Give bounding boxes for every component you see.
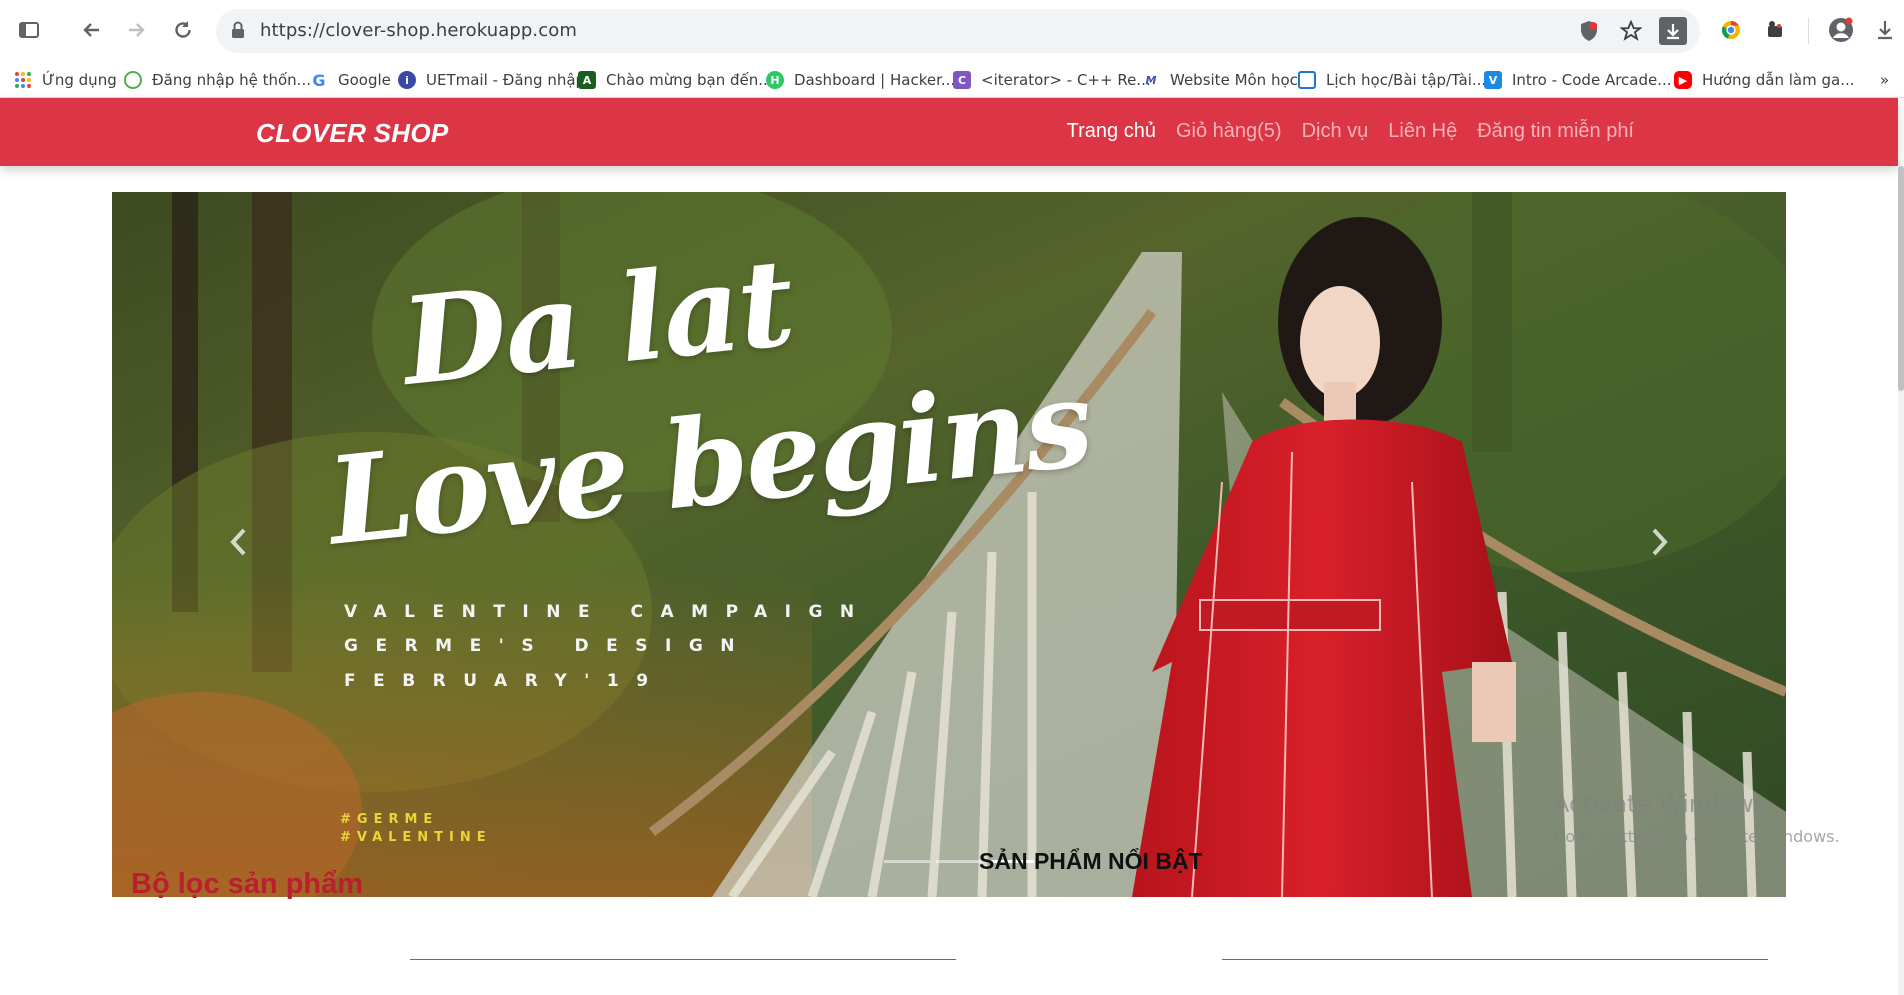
- hashtag-germe: #GERME: [340, 812, 439, 827]
- bookmark-star-icon[interactable]: [1618, 20, 1644, 42]
- carousel-indicator[interactable]: [936, 860, 982, 863]
- nav-services[interactable]: Dịch vụ: [1302, 120, 1369, 143]
- tab-search-icon[interactable]: [12, 13, 46, 47]
- globe-icon: [124, 71, 142, 89]
- bookmark-google[interactable]: G Google: [310, 68, 391, 92]
- info-icon: i: [398, 71, 416, 89]
- campaign-text: VALENTINE CAMPAIGN: [344, 602, 872, 622]
- windows-watermark-subtitle: Go to Settings to activate Windows.: [1553, 827, 1840, 846]
- bookmark-code-arcade[interactable]: V Intro - Code Arcade...: [1484, 68, 1672, 92]
- bookmarks-bar: Ứng dụng Đăng nhập hệ thốn... G Google i…: [0, 62, 1904, 98]
- extension-puzzle-icon[interactable]: [1758, 13, 1792, 47]
- bookmark-label: Intro - Code Arcade...: [1512, 71, 1672, 89]
- chevron-right-icon: [1652, 528, 1668, 556]
- hero-carousel: Da lat Love begins VALENTINE CAMPAIGN GE…: [112, 192, 1786, 897]
- hackerrank-icon: H: [766, 71, 784, 89]
- bookmark-label: UETmail - Đăng nhập: [426, 71, 586, 89]
- product-filter-title: Bộ lọc sản phẩm: [131, 868, 364, 900]
- bookmark-website-mon-hoc[interactable]: M Website Môn học: [1142, 68, 1298, 92]
- brand-logo[interactable]: CLOVER SHOP: [256, 118, 449, 149]
- web-page: CLOVER SHOP Trang chủ Giỏ hàng(5) Dịch v…: [0, 98, 1904, 995]
- nav-cart[interactable]: Giỏ hàng(5): [1176, 120, 1282, 143]
- calendar-icon: [1298, 71, 1316, 89]
- carousel-next-button[interactable]: [1640, 522, 1680, 562]
- profile-avatar-icon[interactable]: [1824, 13, 1858, 47]
- shield-extension-icon[interactable]: [1576, 20, 1602, 42]
- reload-icon[interactable]: [166, 13, 200, 47]
- chrome-extension-icon[interactable]: [1714, 13, 1748, 47]
- bookmark-label: Website Môn học: [1170, 71, 1298, 89]
- bookmark-youtube[interactable]: ▶ Hướng dẫn làm ga...: [1674, 68, 1855, 92]
- bookmark-uetmail[interactable]: i UETmail - Đăng nhập: [398, 68, 585, 92]
- lock-icon: [230, 20, 246, 45]
- carousel-prev-button[interactable]: [218, 522, 258, 562]
- apps-grid-icon: [14, 71, 32, 89]
- bookmark-hackerrank[interactable]: H Dashboard | Hacker...: [766, 68, 955, 92]
- bookmark-label: Đăng nhập hệ thốn...: [152, 71, 311, 89]
- bookmark-lich-hoc[interactable]: Lịch học/Bài tập/Tài...: [1298, 68, 1486, 92]
- chevron-left-icon: [230, 528, 246, 556]
- carousel-indicator[interactable]: [884, 860, 930, 863]
- codesignal-icon: V: [1484, 71, 1502, 89]
- featured-divider-left: [410, 959, 956, 960]
- browser-toolbar: https://clover-shop.herokuapp.com: [0, 0, 1904, 62]
- bookmarks-overflow-button[interactable]: »: [1880, 68, 1889, 92]
- bookmark-label: Chào mừng bạn đến...: [606, 71, 773, 89]
- youtube-icon: ▶: [1674, 71, 1692, 89]
- nav-home[interactable]: Trang chủ: [1067, 120, 1156, 143]
- site-navbar: CLOVER SHOP Trang chủ Giỏ hàng(5) Dịch v…: [0, 98, 1898, 166]
- bookmark-dang-nhap[interactable]: Đăng nhập hệ thốn...: [124, 68, 311, 92]
- cpp-icon: C: [953, 71, 971, 89]
- page-scrollbar[interactable]: [1898, 166, 1904, 995]
- bookmark-chao-mung[interactable]: A Chào mừng bạn đến...: [578, 68, 773, 92]
- download-icon[interactable]: [1659, 17, 1687, 45]
- bookmark-apps[interactable]: Ứng dụng: [14, 68, 117, 92]
- bookmark-label: Ứng dụng: [42, 71, 117, 89]
- windows-watermark-title: Activate Windows: [1553, 790, 1767, 818]
- bookmark-label: Google: [338, 71, 391, 89]
- code-icon: A: [578, 71, 596, 89]
- nav-post-free[interactable]: Đăng tin miễn phí: [1477, 120, 1634, 143]
- forward-arrow-icon[interactable]: [120, 13, 154, 47]
- bookmark-label: <iterator> - C++ Re...: [981, 71, 1151, 89]
- design-text: GERME'S DESIGN: [344, 636, 753, 656]
- nav-contact[interactable]: Liên Hệ: [1388, 120, 1457, 143]
- featured-divider-right: [1222, 959, 1768, 960]
- overflow-label: »: [1880, 71, 1890, 89]
- date-text: FEBRUARY'19: [344, 671, 666, 691]
- address-bar[interactable]: https://clover-shop.herokuapp.com: [216, 9, 1700, 53]
- back-arrow-icon[interactable]: [74, 13, 108, 47]
- moodle-icon: M: [1145, 73, 1157, 87]
- bookmark-label: Lịch học/Bài tập/Tài...: [1326, 71, 1487, 89]
- main-nav: Trang chủ Giỏ hàng(5) Dịch vụ Liên Hệ Đă…: [1067, 120, 1634, 143]
- bookmark-label: Dashboard | Hacker...: [794, 71, 956, 89]
- url-text: https://clover-shop.herokuapp.com: [260, 20, 577, 41]
- bookmark-cpp-reference[interactable]: C <iterator> - C++ Re...: [953, 68, 1151, 92]
- featured-products-title: SẢN PHẨM NỔI BẬT: [979, 848, 1203, 874]
- google-icon: G: [312, 70, 326, 90]
- scrollbar-thumb[interactable]: [1898, 166, 1904, 391]
- hashtag-valentine: #VALENTINE: [340, 830, 492, 845]
- bookmark-label: Hướng dẫn làm ga...: [1702, 71, 1855, 89]
- download-tray-icon[interactable]: [1868, 13, 1902, 47]
- toolbar-divider: [1808, 18, 1809, 44]
